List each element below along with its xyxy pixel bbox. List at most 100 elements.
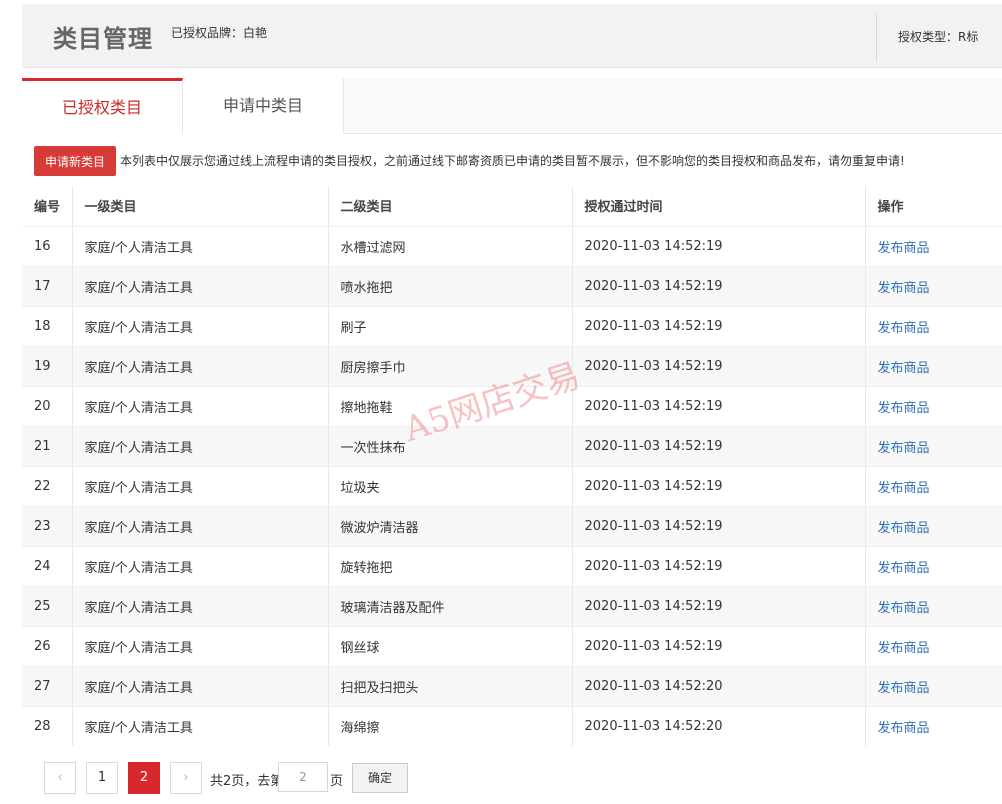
tab-authorized-categories[interactable]: 已授权类目 — [22, 78, 183, 134]
row-category-level1: 家庭/个人清洁工具 — [72, 706, 329, 746]
table-row: 18 家庭/个人清洁工具 刷子 2020-11-03 14:52:19 发布商品 — [22, 306, 1002, 347]
table-row: 28 家庭/个人清洁工具 海绵擦 2020-11-03 14:52:20 发布商品 — [22, 706, 1002, 746]
pagination: ‹ 1 2 › 共2页，去第 页 确定 — [22, 746, 1002, 804]
row-id: 25 — [22, 586, 73, 627]
row-category-level2: 玻璃清洁器及配件 — [328, 586, 573, 627]
total-pages-text: 共2页，去第 — [210, 774, 284, 789]
apply-new-category-button[interactable]: 申请新类目 — [34, 146, 116, 176]
row-id: 26 — [22, 626, 73, 667]
row-approval-time: 2020-11-03 14:52:19 — [572, 546, 866, 587]
row-id: 16 — [22, 226, 73, 267]
publish-product-link[interactable]: 发布商品 — [865, 586, 1002, 627]
publish-product-link[interactable]: 发布商品 — [865, 506, 1002, 547]
authorization-type: 授权类型：R标 — [898, 30, 979, 44]
next-page-button[interactable]: › — [170, 762, 202, 794]
row-id: 22 — [22, 466, 73, 507]
row-category-level1: 家庭/个人清洁工具 — [72, 266, 329, 307]
row-id: 28 — [22, 706, 73, 746]
row-approval-time: 2020-11-03 14:52:19 — [572, 386, 866, 427]
row-id: 23 — [22, 506, 73, 547]
notice-text: 本列表中仅展示您通过线上流程申请的类目授权，之前通过线下邮寄资质已申请的类目暂不… — [120, 154, 905, 168]
tab-bar: 已授权类目 申请中类目 — [22, 78, 1002, 134]
notice-bar: 申请新类目 本列表中仅展示您通过线上流程申请的类目授权，之前通过线下邮寄资质已申… — [22, 134, 1002, 186]
row-category-level1: 家庭/个人清洁工具 — [72, 586, 329, 627]
table-row: 25 家庭/个人清洁工具 玻璃清洁器及配件 2020-11-03 14:52:19 发布… — [22, 586, 1002, 627]
table-row: 20 家庭/个人清洁工具 擦地拖鞋 2020-11-03 14:52:19 发布商品 — [22, 386, 1002, 427]
page-header: 类目管理 已授权品牌：白艳 授权类型：R标 — [22, 4, 1002, 68]
publish-product-link[interactable]: 发布商品 — [865, 426, 1002, 467]
row-category-level2: 喷水拖把 — [328, 266, 573, 307]
table-row: 27 家庭/个人清洁工具 扫把及扫把头 2020-11-03 14:52:20 发布商品 — [22, 666, 1002, 707]
table-row: 22 家庭/个人清洁工具 垃圾夹 2020-11-03 14:52:19 发布商品 — [22, 466, 1002, 507]
page-button-1[interactable]: 1 — [86, 762, 118, 794]
goto-page-input[interactable] — [278, 762, 328, 792]
header-category-level1: 一级类目 — [72, 186, 329, 227]
header-divider — [876, 14, 877, 62]
table-row: 21 家庭/个人清洁工具 一次性抹布 2020-11-03 14:52:19 发布商品 — [22, 426, 1002, 467]
row-category-level2: 水槽过滤网 — [328, 226, 573, 267]
page-title: 类目管理 — [53, 25, 153, 53]
row-approval-time: 2020-11-03 14:52:20 — [572, 706, 866, 746]
category-table-wrapper: 编号 一级类目 二级类目 授权通过时间 操作 16 家庭/个人清洁工具 水槽过滤网 2… — [22, 186, 1002, 746]
row-approval-time: 2020-11-03 14:52:19 — [572, 346, 866, 387]
publish-product-link[interactable]: 发布商品 — [865, 226, 1002, 267]
row-id: 24 — [22, 546, 73, 587]
row-id: 27 — [22, 666, 73, 707]
row-category-level1: 家庭/个人清洁工具 — [72, 306, 329, 347]
row-id: 19 — [22, 346, 73, 387]
publish-product-link[interactable]: 发布商品 — [865, 386, 1002, 427]
table-row: 24 家庭/个人清洁工具 旋转拖把 2020-11-03 14:52:19 发布商品 — [22, 546, 1002, 587]
publish-product-link[interactable]: 发布商品 — [865, 706, 1002, 746]
row-id: 20 — [22, 386, 73, 427]
publish-product-link[interactable]: 发布商品 — [865, 626, 1002, 667]
page-button-2[interactable]: 2 — [128, 762, 160, 794]
publish-product-link[interactable]: 发布商品 — [865, 666, 1002, 707]
table-row: 16 家庭/个人清洁工具 水槽过滤网 2020-11-03 14:52:19 发布商品 — [22, 226, 1002, 267]
header-id: 编号 — [22, 186, 73, 227]
row-approval-time: 2020-11-03 14:52:19 — [572, 426, 866, 467]
row-category-level1: 家庭/个人清洁工具 — [72, 386, 329, 427]
row-category-level2: 海绵擦 — [328, 706, 573, 746]
row-approval-time: 2020-11-03 14:52:19 — [572, 506, 866, 547]
table-body: 16 家庭/个人清洁工具 水槽过滤网 2020-11-03 14:52:19 发布商品 1… — [22, 226, 1002, 746]
row-id: 17 — [22, 266, 73, 307]
publish-product-link[interactable]: 发布商品 — [865, 346, 1002, 387]
category-table: 编号 一级类目 二级类目 授权通过时间 操作 16 家庭/个人清洁工具 水槽过滤网 2… — [22, 186, 1002, 746]
row-category-level2: 厨房擦手巾 — [328, 346, 573, 387]
row-category-level1: 家庭/个人清洁工具 — [72, 466, 329, 507]
header-action: 操作 — [865, 186, 1002, 227]
header-approval-time: 授权通过时间 — [572, 186, 866, 227]
row-category-level2: 刷子 — [328, 306, 573, 347]
publish-product-link[interactable]: 发布商品 — [865, 546, 1002, 587]
row-approval-time: 2020-11-03 14:52:19 — [572, 226, 866, 267]
row-category-level1: 家庭/个人清洁工具 — [72, 666, 329, 707]
confirm-button[interactable]: 确定 — [352, 763, 408, 793]
prev-page-button[interactable]: ‹ — [44, 762, 76, 794]
table-row: 23 家庭/个人清洁工具 微波炉清洁器 2020-11-03 14:52:19 发布商品 — [22, 506, 1002, 547]
row-id: 18 — [22, 306, 73, 347]
row-category-level1: 家庭/个人清洁工具 — [72, 226, 329, 267]
row-category-level2: 扫把及扫把头 — [328, 666, 573, 707]
row-category-level2: 旋转拖把 — [328, 546, 573, 587]
publish-product-link[interactable]: 发布商品 — [865, 466, 1002, 507]
row-category-level2: 钢丝球 — [328, 626, 573, 667]
table-row: 19 家庭/个人清洁工具 厨房擦手巾 2020-11-03 14:52:19 发布商品 — [22, 346, 1002, 387]
page: 类目管理 已授权品牌：白艳 授权类型：R标 已授权类目 申请中类目 申请新类目 … — [0, 0, 1002, 804]
row-category-level2: 微波炉清洁器 — [328, 506, 573, 547]
row-id: 21 — [22, 426, 73, 467]
tab-pending-categories[interactable]: 申请中类目 — [183, 78, 344, 134]
authorized-brand: 已授权品牌：白艳 — [171, 26, 268, 40]
row-category-level1: 家庭/个人清洁工具 — [72, 506, 329, 547]
table-row: 17 家庭/个人清洁工具 喷水拖把 2020-11-03 14:52:19 发布商品 — [22, 266, 1002, 307]
table-row: 26 家庭/个人清洁工具 钢丝球 2020-11-03 14:52:19 发布商品 — [22, 626, 1002, 667]
publish-product-link[interactable]: 发布商品 — [865, 306, 1002, 347]
row-category-level1: 家庭/个人清洁工具 — [72, 426, 329, 467]
publish-product-link[interactable]: 发布商品 — [865, 266, 1002, 307]
row-approval-time: 2020-11-03 14:52:19 — [572, 306, 866, 347]
row-approval-time: 2020-11-03 14:52:19 — [572, 266, 866, 307]
row-category-level2: 擦地拖鞋 — [328, 386, 573, 427]
row-approval-time: 2020-11-03 14:52:19 — [572, 626, 866, 667]
page-suffix: 页 — [330, 774, 344, 789]
row-category-level2: 一次性抹布 — [328, 426, 573, 467]
row-category-level2: 垃圾夹 — [328, 466, 573, 507]
